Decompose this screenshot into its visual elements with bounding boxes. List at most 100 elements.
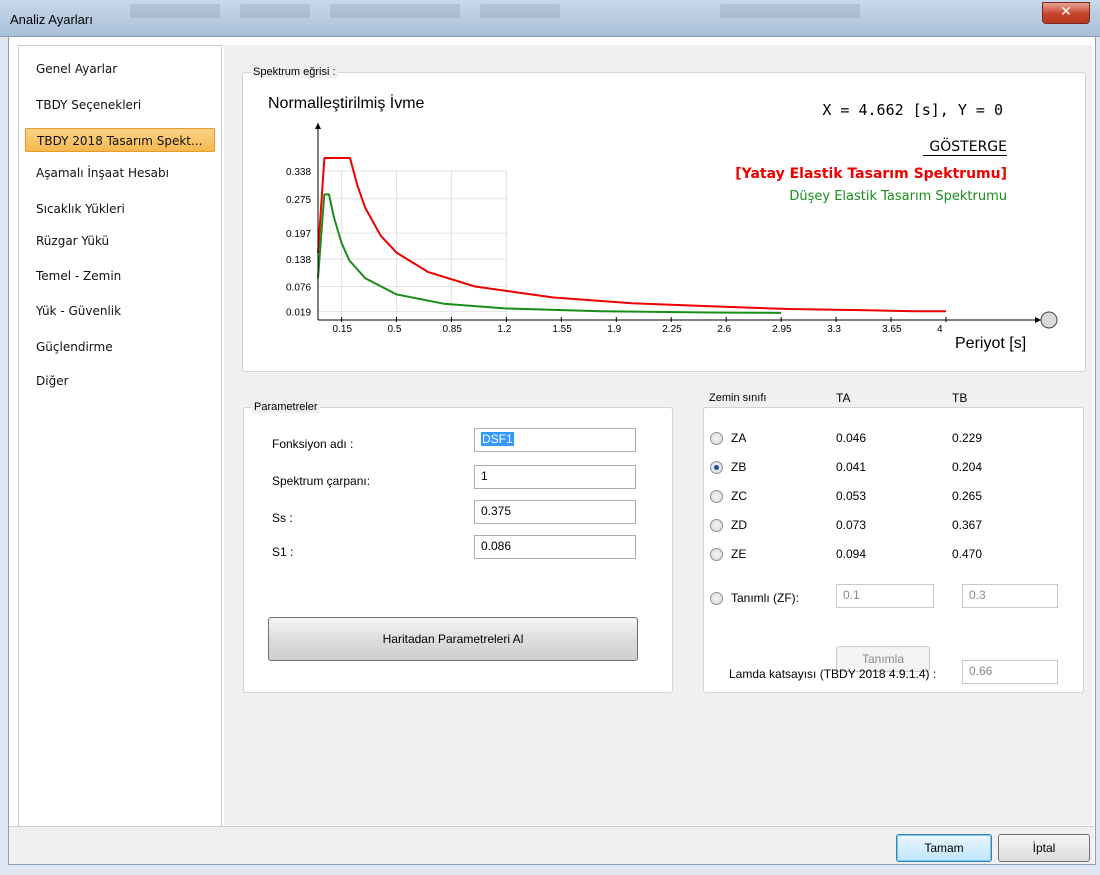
y-axis-arrow-icon: [315, 123, 321, 129]
soil-row-ze[interactable]: ZE 0.094 0.470: [710, 546, 1010, 566]
sidebar-item-foundation-soil[interactable]: Temel - Zemin: [25, 264, 215, 288]
tb-value: 0.204: [952, 460, 983, 474]
soil-radio-zd[interactable]: [710, 519, 723, 532]
sidebar-item-label: Güçlendirme: [36, 340, 113, 354]
spectrum-multiplier-label: Spektrum çarpanı:: [272, 474, 371, 488]
close-icon: ✕: [1060, 4, 1072, 20]
soil-label: ZA: [731, 431, 747, 445]
background-titlebar-blur: [330, 4, 460, 18]
ss-input[interactable]: 0.375: [474, 500, 636, 524]
custom-tb-input[interactable]: 0.3: [962, 584, 1058, 608]
background-titlebar-blur: [480, 4, 560, 18]
x-tick-label: 0.15: [333, 324, 353, 335]
x-tick-label: 0.5: [388, 324, 402, 335]
sidebar-item-other[interactable]: Diğer: [25, 369, 215, 393]
soil-class-header: Zemin sınıfı: [709, 392, 767, 404]
ok-button[interactable]: Tamam: [896, 834, 992, 862]
tb-value: 0.265: [952, 489, 983, 503]
parameters-group-title: Parametreler: [252, 401, 320, 413]
window-title: Analiz Ayarları: [10, 12, 93, 27]
tb-value: 0.367: [952, 518, 983, 532]
x-axis-arrow-icon: [1035, 317, 1041, 323]
ta-value: 0.041: [836, 460, 867, 474]
sidebar-item-wind-load[interactable]: Rüzgar Yükü: [25, 229, 215, 253]
tb-value: 0.229: [952, 431, 983, 445]
x-tick-label: 2.95: [772, 324, 792, 335]
x-tick-label: 1.55: [552, 324, 572, 335]
vertical-spectrum-line: [317, 193, 782, 314]
sidebar-item-tbdy-2018-spectrum[interactable]: TBDY 2018 Tasarım Spekt...: [25, 128, 215, 152]
soil-radio-zb[interactable]: [710, 461, 723, 474]
sidebar-item-label: Rüzgar Yükü: [36, 234, 110, 248]
ss-label: Ss :: [272, 511, 293, 525]
ta-value: 0.073: [836, 518, 867, 532]
sidebar-item-general[interactable]: Genel Ayarlar: [25, 57, 215, 81]
soil-radio-ze[interactable]: [710, 548, 723, 561]
background-titlebar-blur: [130, 4, 220, 18]
analysis-settings-window: Analiz Ayarları ✕ Genel Ayarlar TBDY Seç…: [0, 0, 1100, 875]
legend-vertical-spectrum: Düşey Elastik Tasarım Spektrumu: [789, 189, 1007, 204]
soil-radio-za[interactable]: [710, 432, 723, 445]
get-params-from-map-button[interactable]: Haritadan Parametreleri Al: [268, 617, 638, 661]
soil-label: ZB: [731, 460, 747, 474]
soil-radio-zc[interactable]: [710, 490, 723, 503]
y-tick-label: 0.275: [286, 195, 311, 206]
x-tick-label: 2.25: [662, 324, 682, 335]
x-tick-label: 1.9: [607, 324, 621, 335]
lambda-coefficient-label: Lamda katsayısı (TBDY 2018 4.9.1.4) :: [729, 667, 937, 681]
y-tick-label: 0.019: [286, 308, 311, 319]
soil-radio-custom-zf[interactable]: [710, 592, 723, 605]
y-tick-label: 0.138: [286, 255, 311, 266]
sidebar-item-tbdy-options[interactable]: TBDY Seçenekleri: [25, 93, 215, 117]
close-button[interactable]: ✕: [1042, 2, 1090, 24]
ta-value: 0.046: [836, 431, 867, 445]
sidebar-item-label: TBDY Seçenekleri: [36, 98, 142, 112]
function-name-label: Fonksiyon adı :: [272, 437, 354, 451]
sidebar-item-label: TBDY 2018 Tasarım Spekt...: [37, 134, 203, 148]
chart-y-label: Normalleştirilmiş İvme: [268, 95, 425, 112]
s1-label: S1 :: [272, 545, 294, 559]
legend-title: GÖSTERGE: [923, 139, 1007, 156]
legend-horizontal-spectrum: [Yatay Elastik Tasarım Spektrumu]: [735, 166, 1007, 182]
function-name-input[interactable]: DSF1: [474, 428, 636, 452]
sidebar-item-label: Aşamalı İnşaat Hesabı: [36, 166, 169, 180]
s1-input[interactable]: 0.086: [474, 535, 636, 559]
custom-ta-input[interactable]: 0.1: [836, 584, 934, 608]
x-tick-label: 1.2: [497, 324, 511, 335]
x-cursor-handle[interactable]: [1040, 311, 1058, 329]
tb-value: 0.470: [952, 547, 983, 561]
x-tick-label: 2.6: [717, 324, 731, 335]
x-tick-label: 3.65: [882, 324, 902, 335]
sidebar-item-strengthening[interactable]: Güçlendirme: [25, 335, 215, 359]
chart-x-label: Periyot [s]: [955, 335, 1027, 352]
soil-label: ZD: [731, 518, 747, 532]
background-titlebar-blur: [240, 4, 310, 18]
soil-row-zc[interactable]: ZC 0.053 0.265: [710, 488, 1010, 508]
sidebar-item-temperature-loads[interactable]: Sıcaklık Yükleri: [25, 197, 215, 221]
soil-label: ZC: [731, 489, 747, 503]
soil-row-zd[interactable]: ZD 0.073 0.367: [710, 517, 1010, 537]
y-tick-label: 0.076: [286, 282, 311, 293]
title-bar[interactable]: Analiz Ayarları ✕: [0, 0, 1100, 37]
y-tick-label: 0.338: [286, 167, 311, 178]
background-titlebar-blur: [720, 4, 860, 18]
spectrum-group-title: Spektrum eğrisi :: [251, 66, 338, 78]
cancel-button[interactable]: İptal: [998, 834, 1090, 862]
sidebar-item-staged-construction[interactable]: Aşamalı İnşaat Hesabı: [25, 161, 215, 185]
ta-value: 0.053: [836, 489, 867, 503]
soil-label: ZE: [731, 547, 747, 561]
y-tick-label: 0.197: [286, 229, 311, 240]
custom-soil-label: Tanımlı (ZF):: [731, 591, 799, 605]
cursor-readout: X = 4.662 [s], Y = 0: [822, 101, 1003, 119]
sidebar-item-label: Diğer: [36, 374, 69, 388]
sidebar-item-label: Temel - Zemin: [36, 269, 122, 283]
sidebar-item-load-safety[interactable]: Yük - Güvenlik: [25, 299, 215, 323]
soil-row-za[interactable]: ZA 0.046 0.229: [710, 430, 1010, 450]
ta-value: 0.094: [836, 547, 867, 561]
settings-sidebar: Genel Ayarlar TBDY Seçenekleri TBDY 2018…: [18, 45, 222, 827]
function-name-value: DSF1: [481, 432, 514, 446]
lambda-coefficient-input[interactable]: 0.66: [962, 660, 1058, 684]
sidebar-item-label: Yük - Güvenlik: [36, 304, 122, 318]
soil-row-zb[interactable]: ZB 0.041 0.204: [710, 459, 1010, 479]
spectrum-multiplier-input[interactable]: 1: [474, 465, 636, 489]
